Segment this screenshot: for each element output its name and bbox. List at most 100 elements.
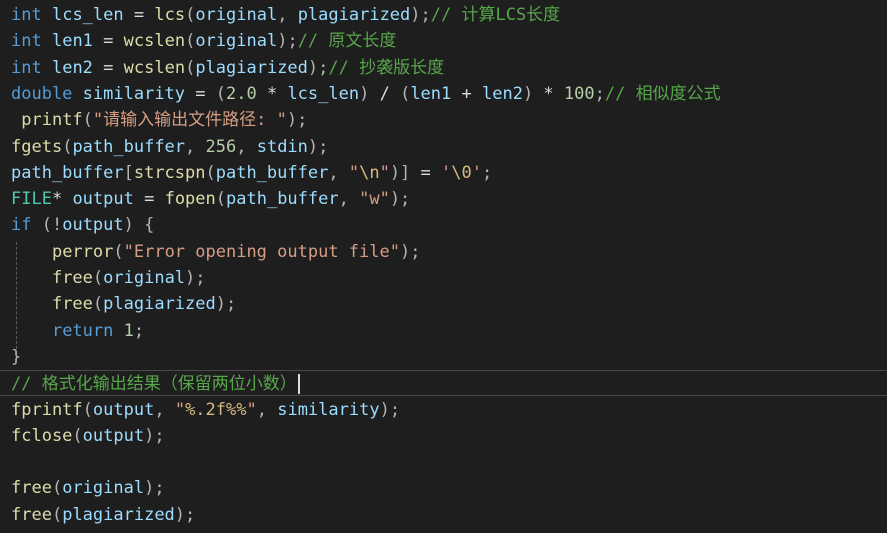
token-func: lcs [154, 5, 186, 25]
token-punct: ) [359, 83, 370, 104]
token-punct: ( [113, 241, 124, 262]
token-var: original [62, 478, 145, 499]
token-punct: ( [62, 136, 73, 157]
token-punct: ); [410, 5, 431, 25]
token-var: original [103, 268, 186, 288]
token-var: path_buffer [72, 136, 186, 157]
code-line[interactable]: int lcs_len = lcs(original, plagiarized)… [0, 2, 887, 28]
token-punct: ( [51, 504, 63, 525]
token-string: " [348, 162, 360, 183]
token-punct: , [154, 399, 175, 420]
token-punct: ( [400, 83, 411, 104]
token-punct: ( [215, 83, 226, 104]
code-line[interactable]: fclose(output); [0, 423, 887, 449]
token-var: similarity [82, 83, 186, 104]
token-func: fopen [164, 189, 216, 210]
token-punct: ) [522, 83, 534, 104]
token-punct: ); [144, 425, 165, 446]
token-plain: = [92, 57, 124, 78]
token-func: wcslen [123, 57, 186, 78]
code-line[interactable]: path_buffer[strcspn(path_buffer, "\n")] … [0, 160, 887, 186]
code-editor[interactable]: int lcs_len = lcs(original, plagiarized)… [0, 0, 887, 533]
token-func: free [51, 268, 93, 288]
code-line[interactable]: } [0, 344, 887, 370]
code-line[interactable]: fprintf(output, "%.2f%%", similarity); [0, 397, 887, 423]
token-punct: ( [215, 189, 227, 210]
token-var: len1 [410, 83, 452, 104]
token-var: original [195, 31, 278, 52]
token-punct: ( [82, 110, 93, 131]
token-punct: ); [286, 110, 308, 131]
code-line-current[interactable]: // 格式化输出结果（保留两位小数） [0, 370, 887, 397]
token-string: " [246, 399, 257, 420]
token-punct: ( [185, 57, 196, 78]
token-var: original [195, 5, 278, 25]
code-line[interactable]: free(plagiarized); [0, 291, 887, 317]
code-line[interactable]: free(original); [0, 475, 887, 501]
token-func: fprintf [11, 399, 83, 420]
token-keyword: int [11, 5, 42, 25]
token-punct: , [338, 189, 360, 210]
code-line[interactable]: double similarity = (2.0 * lcs_len) / (l… [0, 81, 887, 107]
token-var: stdin [256, 136, 308, 157]
token-var: len1 [51, 31, 93, 52]
code-line[interactable]: free(plagiarized); [0, 502, 887, 528]
token-punct: (! [41, 215, 63, 236]
code-line[interactable]: return 1; [0, 318, 887, 344]
token-punct: , [256, 399, 278, 420]
token-punct: ( [205, 162, 216, 183]
token-plain: * [256, 83, 288, 104]
token-func: fgets [11, 136, 63, 157]
code-line[interactable]: free(original); [0, 265, 887, 291]
code-line[interactable]: if (!output) { [0, 212, 887, 238]
token-func: fclose [11, 425, 73, 446]
token-func: printf [21, 110, 83, 131]
token-escape: %.2f%% [185, 399, 247, 420]
token-var: output [92, 399, 155, 420]
code-line[interactable]: FILE* output = fopen(path_buffer, "w"); [0, 186, 887, 212]
token-string: "请输入输出文件路径: " [92, 110, 287, 131]
token-var: plagiarized [62, 504, 175, 525]
code-line[interactable]: perror("Error opening output file"); [0, 239, 887, 265]
code-line[interactable]: int len1 = wcslen(original);// 原文长度 [0, 28, 887, 54]
token-punct: [ [123, 162, 134, 183]
token-punct: ); [379, 399, 401, 420]
token-plain: = [185, 83, 216, 104]
token-punct: ; [594, 83, 605, 104]
token-plain: + [451, 83, 482, 104]
token-var: lcs_len [51, 5, 124, 25]
token-func: strcspn [133, 162, 206, 183]
token-punct: ; [133, 320, 145, 341]
token-number: 1 [123, 320, 134, 341]
code-line[interactable]: printf("请输入输出文件路径: "); [0, 107, 887, 133]
code-line[interactable]: int len2 = wcslen(plagiarized);// 抄袭版长度 [0, 55, 887, 81]
token-plain: = [133, 189, 165, 210]
code-line[interactable] [0, 449, 887, 475]
token-var: plagiarized [297, 5, 411, 25]
token-punct: ); [307, 57, 329, 78]
token-punct: ); [307, 136, 329, 157]
token-punct: ); [144, 478, 165, 499]
token-var: similarity [277, 399, 380, 420]
token-string: ' [471, 162, 482, 183]
token-punct: ( [92, 294, 104, 315]
token-punct: ( [185, 31, 196, 52]
token-var: output [62, 215, 124, 236]
token-escape: \n [359, 162, 380, 183]
token-punct: , [328, 162, 349, 183]
token-punct: ( [72, 425, 83, 446]
token-punct: ); [277, 31, 298, 52]
token-punct: { [144, 215, 155, 236]
token-keyword: if [11, 215, 32, 236]
code-line[interactable]: fgets(path_buffer, 256, stdin); [0, 134, 887, 160]
token-string: ' [441, 162, 452, 183]
